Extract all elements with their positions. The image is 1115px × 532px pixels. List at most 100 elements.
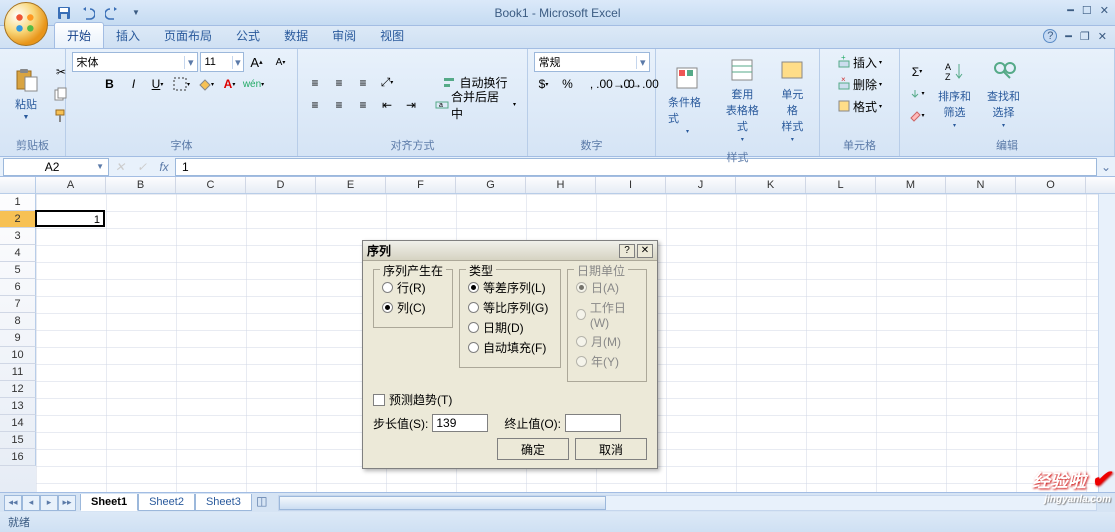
grow-font-icon[interactable]: A▴	[246, 52, 268, 72]
row-header[interactable]: 1	[0, 194, 36, 211]
radio-rows[interactable]: 行(R)	[382, 279, 444, 296]
dialog-help-button[interactable]: ?	[619, 244, 635, 258]
dec-decimal-icon[interactable]: .0→.00	[629, 74, 651, 94]
sheet-tab[interactable]: Sheet1	[80, 494, 138, 511]
fill-icon[interactable]: ▾	[906, 84, 928, 104]
col-header[interactable]: I	[596, 177, 666, 193]
underline-button[interactable]: U▾	[147, 74, 169, 94]
orientation-icon[interactable]: ⤢▾	[376, 73, 398, 93]
tab-home[interactable]: 开始	[54, 22, 104, 48]
stop-input[interactable]	[565, 414, 621, 432]
active-cell[interactable]: 1	[35, 210, 105, 227]
step-input[interactable]	[432, 414, 488, 432]
formula-bar[interactable]: 1	[175, 158, 1097, 176]
shrink-font-icon[interactable]: A▾	[270, 52, 292, 72]
office-button[interactable]	[4, 2, 48, 46]
fx-icon[interactable]: fx	[153, 160, 175, 174]
col-header[interactable]: L	[806, 177, 876, 193]
sheet-tab[interactable]: Sheet3	[195, 494, 252, 511]
tab-layout[interactable]: 页面布局	[152, 23, 224, 48]
qat-dropdown-icon[interactable]: ▼	[126, 3, 146, 23]
help-icon[interactable]: ?	[1043, 29, 1057, 43]
align-top-icon[interactable]: ≡	[304, 73, 326, 93]
col-header[interactable]: C	[176, 177, 246, 193]
dropdown-icon[interactable]: ▾	[232, 56, 242, 69]
sheet-tab[interactable]: Sheet2	[138, 494, 195, 511]
tab-formula[interactable]: 公式	[224, 23, 272, 48]
col-header[interactable]: B	[106, 177, 176, 193]
row-header[interactable]: 16	[0, 449, 36, 466]
font-name-combo[interactable]: ▾	[72, 52, 198, 72]
col-header[interactable]: A	[36, 177, 106, 193]
sheet-nav-prev-icon[interactable]: ◂	[22, 495, 40, 511]
dropdown-icon[interactable]: ▾	[184, 56, 197, 69]
col-header[interactable]: E	[316, 177, 386, 193]
conditional-format-button[interactable]: 条件格式▾	[662, 60, 713, 139]
italic-button[interactable]: I	[123, 74, 145, 94]
maximize-button[interactable]: ☐	[1082, 4, 1092, 17]
col-header[interactable]: D	[246, 177, 316, 193]
row-header[interactable]: 3	[0, 228, 36, 245]
close-button[interactable]: ✕	[1100, 4, 1109, 17]
save-icon[interactable]	[54, 3, 74, 23]
undo-icon[interactable]	[78, 3, 98, 23]
trend-checkbox[interactable]: 预测趋势(T)	[373, 391, 647, 408]
dialog-close-button[interactable]: ✕	[637, 244, 653, 258]
paste-button[interactable]: 粘贴 ▼	[6, 62, 46, 125]
row-header[interactable]: 11	[0, 364, 36, 381]
minimize-button[interactable]: ━	[1067, 4, 1074, 17]
col-header[interactable]: F	[386, 177, 456, 193]
indent-dec-icon[interactable]: ⇤	[376, 95, 398, 115]
autosum-icon[interactable]: Σ▾	[906, 62, 928, 82]
col-header[interactable]: N	[946, 177, 1016, 193]
delete-cells-button[interactable]: ×删除▾	[833, 74, 886, 94]
select-all-corner[interactable]	[0, 177, 36, 193]
row-header[interactable]: 13	[0, 398, 36, 415]
row-header[interactable]: 6	[0, 279, 36, 296]
row-header[interactable]: 9	[0, 330, 36, 347]
indent-inc-icon[interactable]: ⇥	[400, 95, 422, 115]
col-header[interactable]: K	[736, 177, 806, 193]
align-bottom-icon[interactable]: ≡	[352, 73, 374, 93]
doc-restore-button[interactable]: ❐	[1080, 30, 1090, 43]
fill-color-icon[interactable]: ▾	[195, 74, 217, 94]
enter-formula-icon[interactable]: ✓	[131, 160, 153, 174]
radio-autofill[interactable]: 自动填充(F)	[468, 339, 552, 356]
row-header[interactable]: 10	[0, 347, 36, 364]
dropdown-icon[interactable]: ▼	[96, 162, 104, 171]
align-left-icon[interactable]: ≡	[304, 95, 326, 115]
radio-arithmetic[interactable]: 等差序列(L)	[468, 279, 552, 296]
new-sheet-icon[interactable]: ◫	[252, 494, 272, 511]
border-icon[interactable]: ▾	[171, 74, 193, 94]
align-right-icon[interactable]: ≡	[352, 95, 374, 115]
sheet-nav-last-icon[interactable]: ▸▸	[58, 495, 76, 511]
radio-date[interactable]: 日期(D)	[468, 319, 552, 336]
row-header[interactable]: 14	[0, 415, 36, 432]
doc-close-button[interactable]: ✕	[1098, 30, 1107, 43]
ok-button[interactable]: 确定	[497, 438, 569, 460]
tab-view[interactable]: 视图	[368, 23, 416, 48]
col-header[interactable]: M	[876, 177, 946, 193]
vertical-scrollbar[interactable]	[1098, 194, 1115, 492]
cancel-button[interactable]: 取消	[575, 438, 647, 460]
col-header[interactable]: J	[666, 177, 736, 193]
col-header[interactable]: H	[526, 177, 596, 193]
find-select-button[interactable]: 查找和 选择▾	[981, 54, 1026, 133]
align-center-icon[interactable]: ≡	[328, 95, 350, 115]
doc-minimize-button[interactable]: ━	[1065, 30, 1072, 43]
cell-styles-button[interactable]: 单元格 样式▾	[772, 52, 813, 147]
col-header[interactable]: O	[1016, 177, 1086, 193]
tab-data[interactable]: 数据	[272, 23, 320, 48]
row-header[interactable]: 8	[0, 313, 36, 330]
percent-icon[interactable]: %	[557, 74, 579, 94]
sort-filter-button[interactable]: AZ排序和 筛选▾	[932, 54, 977, 133]
row-header[interactable]: 7	[0, 296, 36, 313]
merge-center-button[interactable]: a合并后居中▾	[430, 95, 521, 115]
radio-geometric[interactable]: 等比序列(G)	[468, 299, 552, 316]
format-cells-button[interactable]: 格式▾	[833, 96, 886, 116]
name-box[interactable]: A2▼	[3, 158, 109, 176]
cancel-formula-icon[interactable]: ✕	[109, 160, 131, 174]
redo-icon[interactable]	[102, 3, 122, 23]
table-format-button[interactable]: 套用 表格格式▾	[717, 52, 768, 147]
row-header[interactable]: 12	[0, 381, 36, 398]
